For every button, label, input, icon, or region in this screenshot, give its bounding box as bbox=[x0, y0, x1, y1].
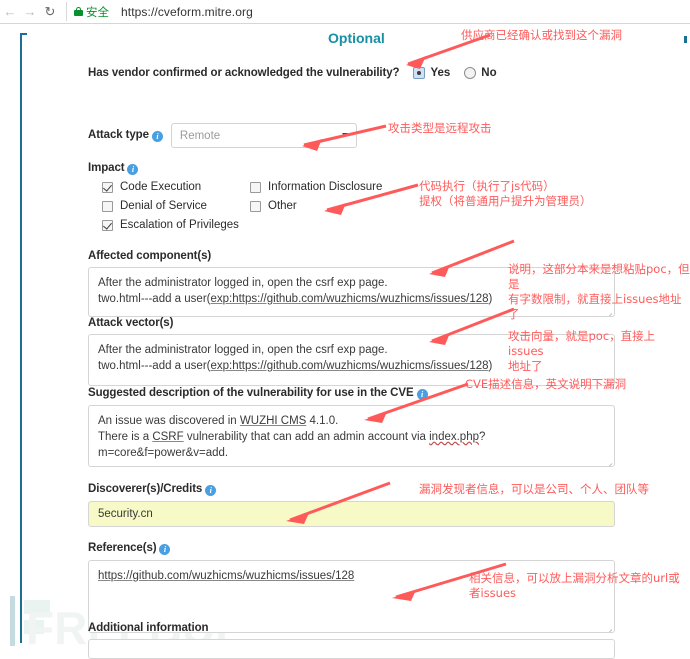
impact-item-code-execution[interactable]: Code Execution bbox=[102, 181, 250, 193]
annotation-affected-component: 说明，这部分本来是想粘贴poc，但是 有字数限制，就直接上issues地址了 bbox=[508, 262, 690, 321]
checkbox-escalation-of-privileges[interactable] bbox=[102, 219, 113, 231]
container-left-border bbox=[20, 33, 22, 643]
attack-type-label-text: Attack type bbox=[88, 129, 149, 141]
suggested-description-field: Suggested description of the vulnerabili… bbox=[88, 387, 615, 467]
annotation-discoverer: 漏洞发现者信息，可以是公司、个人、团队等 bbox=[419, 482, 649, 496]
attack-type-value: Remote bbox=[179, 129, 221, 142]
container-top-right-cap bbox=[684, 36, 687, 43]
additional-information-label: Additional information bbox=[88, 622, 209, 634]
impact-item-other[interactable]: Other bbox=[250, 200, 297, 212]
annotation-arrow-suggested-description bbox=[364, 382, 469, 423]
desc-line2-link: index.php bbox=[429, 431, 479, 443]
info-icon[interactable]: i bbox=[205, 485, 217, 496]
desc-line2-mid2: vulnerability that can add an admin acco… bbox=[183, 431, 430, 443]
desc-line2-mid: CSRF bbox=[152, 431, 184, 443]
address-bar[interactable]: 安全 https://cveform.mitre.org bbox=[66, 2, 690, 21]
checkbox-information-disclosure[interactable] bbox=[250, 181, 261, 193]
affected-component-line2-pre: two.html---add a user( bbox=[98, 293, 211, 305]
annotation-attack-type: 攻击类型是远程攻击 bbox=[388, 121, 492, 135]
annotation-references: 相关信息，可以放上漏洞分析文章的url或 者issues bbox=[469, 571, 680, 600]
browser-toolbar: ← → ↻ 安全 https://cveform.mitre.org bbox=[0, 0, 690, 24]
info-icon[interactable]: i bbox=[159, 544, 171, 555]
forward-icon[interactable]: → bbox=[20, 2, 40, 22]
annotation-arrow-affected-component bbox=[429, 239, 515, 277]
checkbox-other[interactable] bbox=[250, 200, 261, 212]
attack-vector-line2-post: ) bbox=[488, 360, 493, 372]
impact-label-text: Impact bbox=[88, 162, 125, 174]
impact-item-escalation-of-privileges[interactable]: Escalation of Privileges bbox=[102, 219, 250, 231]
annotation-arrow-attack-type bbox=[302, 124, 387, 151]
suggested-description-line2: There is a CSRF vulnerability that can a… bbox=[98, 429, 605, 461]
back-icon[interactable]: ← bbox=[0, 2, 20, 22]
container-top-left-cap bbox=[20, 33, 27, 35]
reload-icon[interactable]: ↻ bbox=[40, 2, 60, 22]
annotation-arrow-discoverer bbox=[286, 481, 391, 524]
checkbox-denial-of-service[interactable] bbox=[102, 200, 113, 212]
desc-line1-mid: WUZHI CMS bbox=[239, 415, 307, 427]
vendor-confirmed-label: Has vendor confirmed or acknowledged the… bbox=[88, 67, 400, 79]
optional-section-title: Optional bbox=[328, 30, 385, 46]
info-icon[interactable]: i bbox=[151, 131, 163, 142]
desc-line2-pre: There is a bbox=[98, 431, 153, 443]
suggested-description-textarea[interactable]: An issue was discovered in WUZHI CMS 4.1… bbox=[88, 405, 615, 467]
attack-vector-line2-pre: two.html---add a user( bbox=[98, 360, 211, 372]
annotation-arrow-impact bbox=[324, 183, 419, 215]
desc-line1-pre: An issue was discovered in bbox=[98, 415, 240, 427]
checkbox-code-execution[interactable] bbox=[102, 181, 113, 193]
attack-vector-line2-link: exp:https://github.com/wuzhicms/wuzhicms… bbox=[210, 360, 489, 372]
secure-label: 安全 bbox=[86, 6, 109, 19]
impact-label-denial-of-service: Denial of Service bbox=[120, 200, 207, 212]
impact-label: Impact i bbox=[88, 162, 139, 175]
references-label: Reference(s) i bbox=[88, 542, 615, 555]
references-label-text: Reference(s) bbox=[88, 542, 157, 554]
discoverer-label-text: Discoverer(s)/Credits bbox=[88, 483, 203, 495]
lock-icon bbox=[74, 7, 83, 16]
additional-information-field: Additional information bbox=[88, 622, 615, 659]
annotation-arrow-attack-vector bbox=[429, 307, 515, 345]
affected-component-line2-link: exp:https://github.com/wuzhicms/wuzhicms… bbox=[210, 293, 489, 305]
annotation-vendor: 供应商已经确认或找到这个漏洞 bbox=[461, 28, 622, 42]
page-content: FREEBUF Optional Has vendor confirmed or… bbox=[0, 24, 690, 659]
impact-item-denial-of-service[interactable]: Denial of Service bbox=[102, 200, 250, 212]
impact-label-escalation-of-privileges: Escalation of Privileges bbox=[120, 219, 239, 231]
info-icon[interactable]: i bbox=[127, 164, 139, 175]
discoverer-value: 5ecurity.cn bbox=[98, 508, 153, 520]
impact-label-code-execution: Code Execution bbox=[120, 181, 202, 193]
impact-label-other: Other bbox=[268, 200, 297, 212]
annotation-suggested-description: CVE描述信息，英文说明下漏洞 bbox=[465, 377, 627, 391]
annotation-impact: 代码执行（执行了js代码） 提权（将普通用户提升为管理员） bbox=[419, 179, 592, 208]
attack-type-label: Attack type i bbox=[88, 129, 163, 142]
additional-information-textarea[interactable] bbox=[88, 639, 615, 659]
desc-line1-post: 4.1.0. bbox=[306, 415, 339, 427]
url-text: https://cveform.mitre.org bbox=[121, 4, 253, 19]
resize-handle-icon[interactable] bbox=[605, 457, 612, 464]
affected-component-line2-post: ) bbox=[488, 293, 493, 305]
annotation-attack-vector: 攻击向量，就是poc，直接上issues 地址了 bbox=[508, 329, 656, 373]
suggested-description-line1: An issue was discovered in WUZHI CMS 4.1… bbox=[98, 413, 605, 429]
impact-row: Escalation of Privileges bbox=[102, 219, 402, 231]
affected-component-label: Affected component(s) bbox=[88, 250, 212, 262]
